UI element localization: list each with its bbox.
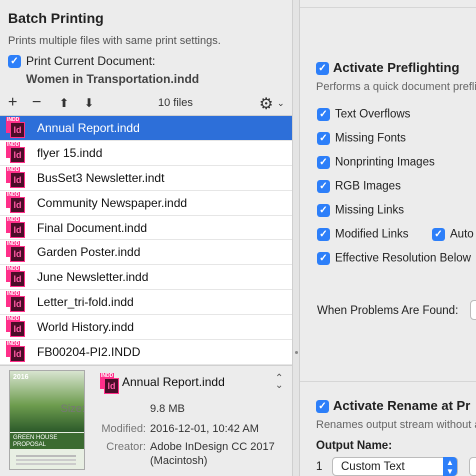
checkbox-checked-icon: ✓ xyxy=(8,55,21,69)
file-list-row[interactable]: INDD Id Community Newspaper.indd xyxy=(0,190,292,216)
output-name-select[interactable]: Custom Text ▲ ▼ xyxy=(332,457,458,476)
select-arrows-icon: ▲ ▼ xyxy=(443,457,457,476)
file-list-row[interactable]: INDD Id FB00204-PI2.INDD xyxy=(0,340,292,365)
preflight-option-checkbox[interactable]: ✓ Nonprinting Images xyxy=(317,156,435,169)
current-document-name: Women in Transportation.indd xyxy=(26,72,200,86)
activate-rename-checkbox[interactable]: ✓ Activate Rename at Pr xyxy=(316,398,470,414)
chevron-down-icon[interactable]: ⌄ xyxy=(277,98,285,109)
file-list-row[interactable]: INDD Id Garden Poster.indd xyxy=(0,240,292,266)
modified-value: 2016-12-01, 10:42 AM xyxy=(150,423,259,435)
file-name: Final Document.indd xyxy=(37,220,148,235)
rename-description: Renames output stream without a xyxy=(316,419,476,431)
indesign-file-icon: INDD Id xyxy=(100,373,120,395)
file-name: flyer 15.indd xyxy=(37,145,103,160)
checkbox-checked-icon: ✓ xyxy=(317,108,330,121)
checkbox-checked-icon: ✓ xyxy=(432,228,445,241)
preflight-option-checkbox[interactable]: ✓ Text Overflows xyxy=(317,108,410,121)
output-row-number: 1 xyxy=(316,461,323,473)
activate-preflighting-checkbox[interactable]: ✓ Activate Preflighting xyxy=(316,60,459,76)
file-count: 10 files xyxy=(158,97,193,109)
auto-checkbox[interactable]: ✓ Auto xyxy=(432,228,474,241)
indesign-file-icon: INDD Id xyxy=(6,117,26,139)
file-name: Annual Report.indd xyxy=(37,121,140,135)
file-name: BusSet3 Newsletter.indt xyxy=(37,170,165,185)
preflight-option-checkbox[interactable]: ✓ Effective Resolution Below xyxy=(317,252,471,265)
preflight-description: Performs a quick document prefli xyxy=(316,81,476,93)
file-list-row[interactable]: INDD Id World History.indd xyxy=(0,315,292,341)
file-name: FB00204-PI2.INDD xyxy=(37,345,141,360)
indesign-file-icon: INDD Id xyxy=(6,266,26,288)
document-thumbnail: 2016 GREEN HOUSE PROPOSAL xyxy=(9,370,85,470)
panel-title: Batch Printing xyxy=(8,10,104,26)
preflight-option-checkbox[interactable]: ✓ Modified Links xyxy=(317,228,409,241)
file-detail: 2016 GREEN HOUSE PROPOSAL INDD Id Annual… xyxy=(0,365,292,476)
indesign-file-icon: INDD Id xyxy=(6,241,26,263)
print-current-checkbox[interactable]: ✓ Print Current Document: xyxy=(8,54,156,69)
file-list-row[interactable]: INDD Id flyer 15.indd xyxy=(0,140,292,166)
checkbox-checked-icon: ✓ xyxy=(317,180,330,193)
when-problems-popup[interactable] xyxy=(470,300,476,320)
checkbox-checked-icon: ✓ xyxy=(317,132,330,145)
output-name-select-2[interactable] xyxy=(469,457,476,476)
print-current-label: Print Current Document: xyxy=(26,54,156,68)
gear-icon[interactable]: ⚙ xyxy=(259,94,273,114)
creator-value: Adobe InDesign CC 2017 xyxy=(150,441,275,453)
indesign-file-icon: INDD Id xyxy=(6,141,26,164)
creator-value-platform: (Macintosh) xyxy=(150,455,208,467)
preflight-option-checkbox[interactable]: ✓ Missing Fonts xyxy=(317,132,406,145)
file-list-row[interactable]: INDD Id BusSet3 Newsletter.indt xyxy=(0,165,292,191)
indesign-file-icon: INDD Id xyxy=(6,216,26,239)
file-list[interactable]: INDD Id Annual Report.indd INDD Id flyer 15.i… xyxy=(0,115,292,365)
thumbnail-title: GREEN HOUSE PROPOSAL xyxy=(13,435,58,448)
indesign-file-icon: INDD Id xyxy=(6,291,26,313)
remove-file-button[interactable]: − xyxy=(32,94,41,112)
options-panel: ✓ Activate Preflighting Performs a quick … xyxy=(300,0,476,476)
thumbnail-year: 2016 xyxy=(13,374,29,381)
checkbox-checked-icon: ✓ xyxy=(317,156,330,169)
preflight-option-checkbox[interactable]: ✓ RGB Images xyxy=(317,180,401,193)
indesign-file-icon: INDD Id xyxy=(6,166,26,189)
file-list-row[interactable]: INDD Id Letter_tri-fold.indd xyxy=(0,290,292,316)
output-name-label: Output Name: xyxy=(316,440,393,452)
size-label: Size: xyxy=(60,403,85,415)
file-list-row[interactable]: INDD Id June Newsletter.indd xyxy=(0,265,292,291)
checkbox-checked-icon: ✓ xyxy=(317,228,330,241)
file-name: World History.indd xyxy=(37,320,134,335)
detail-file-name: Annual Report.indd xyxy=(122,375,225,389)
move-down-button[interactable]: ⬇ xyxy=(84,94,94,112)
checkbox-checked-icon: ✓ xyxy=(317,204,330,217)
panel-subtitle: Prints multiple files with same print se… xyxy=(8,35,221,47)
file-name: Garden Poster.indd xyxy=(37,245,141,260)
file-list-row[interactable]: INDD Id Annual Report.indd xyxy=(0,116,292,141)
size-value: 9.8 MB xyxy=(150,403,185,415)
indesign-file-icon: INDD Id xyxy=(6,341,26,363)
creator-label: Creator: xyxy=(106,441,146,453)
indesign-file-icon: INDD Id xyxy=(6,316,26,338)
when-problems-label: When Problems Are Found: xyxy=(317,305,459,317)
file-list-toolbar: + − ⬆ ⬇ 10 files ⚙ ⌄ xyxy=(0,94,292,114)
batch-printing-panel: Batch Printing Prints multiple files wit… xyxy=(0,0,292,476)
move-up-button[interactable]: ⬆ xyxy=(59,94,69,112)
file-name: Letter_tri-fold.indd xyxy=(37,295,134,310)
output-name-value: Custom Text xyxy=(341,461,405,473)
stepper-icon[interactable]: ⌃ ⌄ xyxy=(275,374,283,391)
divider-handle[interactable] xyxy=(295,351,298,354)
file-name: June Newsletter.indd xyxy=(37,270,149,285)
file-list-row[interactable]: INDD Id Final Document.indd xyxy=(0,215,292,241)
checkbox-checked-icon: ✓ xyxy=(316,400,329,414)
checkbox-checked-icon: ✓ xyxy=(316,62,329,76)
checkbox-checked-icon: ✓ xyxy=(317,252,330,265)
add-file-button[interactable]: + xyxy=(8,94,17,112)
split-view-divider[interactable] xyxy=(292,0,300,476)
preflight-option-checkbox[interactable]: ✓ Missing Links xyxy=(317,204,404,217)
modified-label: Modified: xyxy=(101,423,146,435)
detail-file-selector[interactable]: INDD Id Annual Report.indd ⌃ ⌄ xyxy=(100,373,292,395)
file-name: Community Newspaper.indd xyxy=(37,195,188,210)
indesign-file-icon: INDD Id xyxy=(6,191,26,214)
